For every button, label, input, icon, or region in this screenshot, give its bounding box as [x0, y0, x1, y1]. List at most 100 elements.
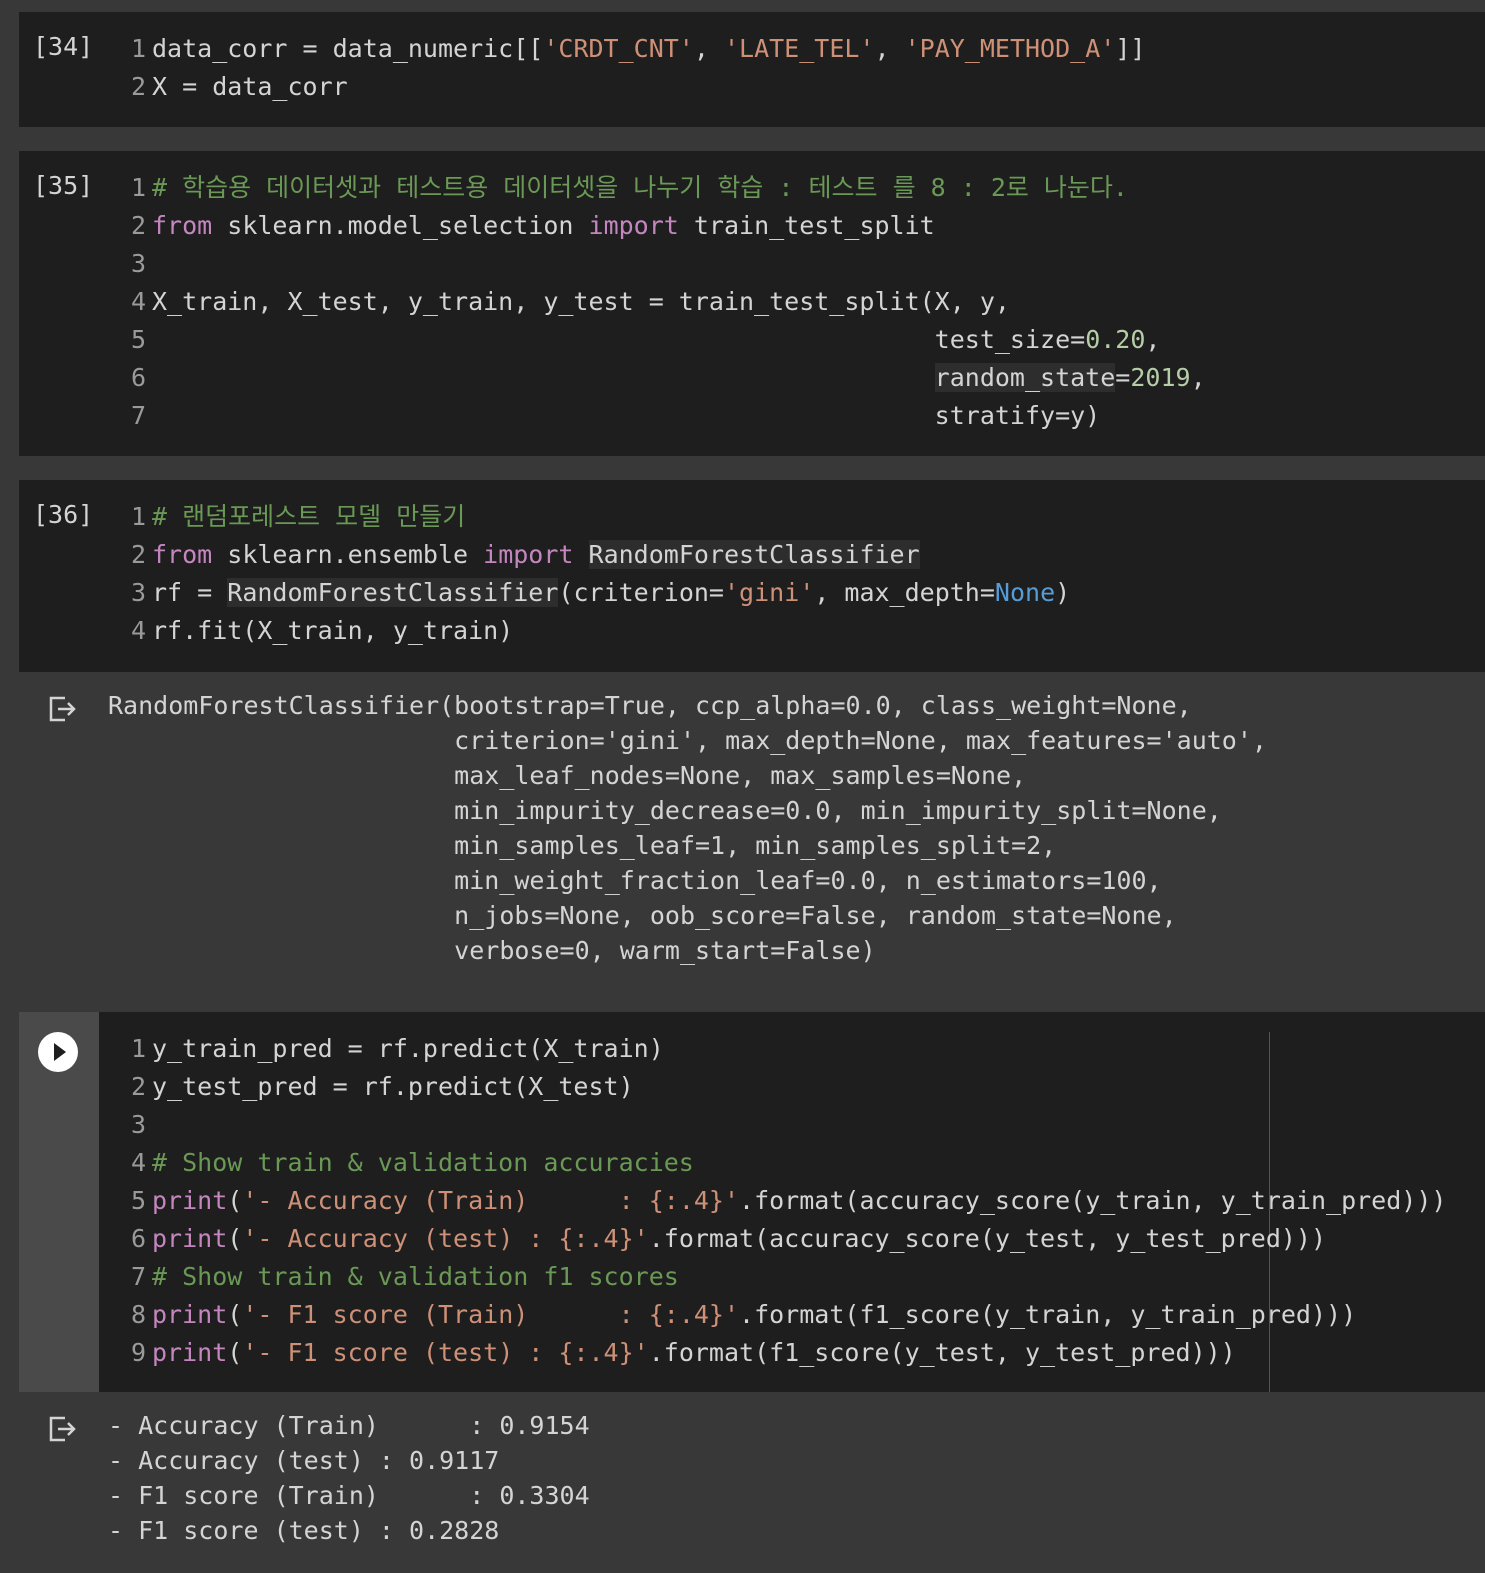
code-line[interactable]: 5 test_size=0.20,: [124, 321, 1485, 359]
code-token: =: [1115, 363, 1131, 392]
code-cell-36[interactable]: [36] 1 # 랜덤포레스트 모델 만들기 2 from sklearn.ensem…: [19, 480, 1485, 672]
line-number: 6: [130, 1224, 146, 1253]
code-token: from: [152, 211, 213, 240]
code-token: (: [227, 1300, 243, 1329]
line-number: 3: [130, 1110, 146, 1139]
code-line[interactable]: 6 print('- Accuracy (test) : {:.4}'.forma…: [124, 1220, 1485, 1258]
line-number: 2: [130, 72, 146, 101]
code-token: 0.20: [1085, 325, 1146, 354]
code-token: y_test_pred = rf.predict(X_test): [152, 1072, 634, 1101]
code-line[interactable]: 8 print('- F1 score (Train) : {:.4}'.form…: [124, 1296, 1485, 1334]
code-token: rf =: [152, 578, 228, 607]
code-token: import: [588, 211, 679, 240]
output-redirect-icon[interactable]: [47, 1414, 77, 1444]
line-number: 6: [130, 363, 146, 392]
code-token: print: [152, 1224, 228, 1253]
code-cell-34[interactable]: [34] 1 data_corr = data_numeric[['CRDT_CN…: [19, 12, 1485, 127]
code-token: from: [152, 540, 213, 569]
code-token: print: [152, 1338, 228, 1367]
line-number: 4: [130, 1148, 146, 1177]
code-token: (: [227, 1338, 243, 1367]
code-token: (: [227, 1224, 243, 1253]
line-number: 3: [130, 249, 146, 278]
code-token: ,: [693, 34, 724, 63]
code-token: X = data_corr: [152, 72, 348, 101]
cell-output: RandomForestClassifier(bootstrap=True, c…: [19, 672, 1485, 992]
code-token: rf.fit(X_train, y_train): [152, 616, 514, 645]
code-line[interactable]: 1 # 학습용 데이터셋과 테스트용 데이터셋을 나누기 학습 : 테스트 를 8…: [124, 169, 1485, 207]
code-line[interactable]: 9 print('- F1 score (test) : {:.4}'.forma…: [124, 1334, 1485, 1372]
line-number: 4: [130, 287, 146, 316]
code-line[interactable]: 7 # Show train & validation f1 scores: [124, 1258, 1485, 1296]
line-number: 1: [130, 34, 146, 63]
code-line[interactable]: 6 random_state=2019,: [124, 359, 1485, 397]
code-cell-35[interactable]: [35] 1 # 학습용 데이터셋과 테스트용 데이터셋을 나누기 학습 : 테스…: [19, 151, 1485, 456]
code-token: train_test_split: [678, 211, 935, 240]
code-token: ,: [874, 34, 905, 63]
code-token: # 학습용 데이터셋과 테스트용 데이터셋을 나누기 학습 : 테스트 를 8 …: [152, 173, 1128, 202]
line-number: 2: [130, 1072, 146, 1101]
code-token: None: [994, 578, 1056, 607]
code-token: 'gini': [723, 578, 815, 607]
cell-gutter: [19, 1012, 99, 1392]
code-line[interactable]: 2X = data_corr: [124, 68, 1485, 106]
code-line[interactable]: 3: [124, 1106, 1485, 1144]
code-editor[interactable]: 1 data_corr = data_numeric[['CRDT_CNT', '…: [124, 30, 1485, 106]
code-line[interactable]: 4 rf.fit(X_train, y_train): [124, 612, 1485, 650]
code-editor[interactable]: 1 # 랜덤포레스트 모델 만들기 2 from sklearn.ensemble i…: [124, 498, 1485, 650]
code-token: RandomForestClassifier: [588, 540, 920, 569]
line-number: 3: [130, 578, 146, 607]
code-token: .format(accuracy_score(y_train, y_train_…: [739, 1186, 1447, 1215]
code-cell-active[interactable]: 1 y_train_pred = rf.predict(X_train) 2 y_te…: [19, 1012, 1485, 1392]
output-redirect-icon[interactable]: [47, 694, 77, 724]
line-number: 7: [130, 401, 146, 430]
run-cell-button[interactable]: [38, 1032, 78, 1072]
code-editor[interactable]: 1 y_train_pred = rf.predict(X_train) 2 y_te…: [124, 1030, 1485, 1372]
code-line[interactable]: 4 X_train, X_test, y_train, y_test = trai…: [124, 283, 1485, 321]
code-line[interactable]: 1 data_corr = data_numeric[['CRDT_CNT', '…: [124, 30, 1485, 68]
code-token: , max_depth=: [814, 578, 995, 607]
code-token: .format(accuracy_score(y_test, y_test_pr…: [648, 1224, 1327, 1253]
code-token: y_train_pred = rf.predict(X_train): [152, 1034, 664, 1063]
code-token: random_state: [934, 363, 1116, 392]
execution-count: [35]: [33, 171, 94, 200]
line-number: 1: [130, 173, 146, 202]
code-line[interactable]: 4 # Show train & validation accuracies: [124, 1144, 1485, 1182]
code-token: RandomForestClassifier: [227, 578, 559, 607]
code-line[interactable]: 1 # 랜덤포레스트 모델 만들기: [124, 498, 1485, 536]
line-number: 1: [130, 1034, 146, 1063]
code-line[interactable]: 1 y_train_pred = rf.predict(X_train): [124, 1030, 1485, 1068]
code-token: '- Accuracy (Train) : {:.4}': [242, 1186, 740, 1215]
code-token: sklearn.ensemble: [212, 540, 484, 569]
code-line[interactable]: 2 y_test_pred = rf.predict(X_test): [124, 1068, 1485, 1106]
line-number: 7: [130, 1262, 146, 1291]
code-line[interactable]: 7 stratify=y): [124, 397, 1485, 435]
code-token: ,: [1145, 325, 1161, 354]
line-number: 2: [130, 211, 146, 240]
line-number: 5: [130, 1186, 146, 1215]
line-number: 5: [130, 325, 146, 354]
line-number: 4: [130, 616, 146, 645]
line-number: 2: [130, 540, 146, 569]
code-editor[interactable]: 1 # 학습용 데이터셋과 테스트용 데이터셋을 나누기 학습 : 테스트 를 8…: [124, 169, 1485, 435]
execution-count: [34]: [33, 32, 94, 61]
code-line[interactable]: 3: [124, 245, 1485, 283]
code-token: # Show train & validation f1 scores: [152, 1262, 679, 1291]
code-token: data_corr = data_numeric[[: [152, 34, 544, 63]
code-line[interactable]: 2 from sklearn.ensemble import RandomFore…: [124, 536, 1485, 574]
code-token: '- F1 score (test) : {:.4}': [242, 1338, 649, 1367]
code-line[interactable]: 3 rf = RandomForestClassifier(criterion='…: [124, 574, 1485, 612]
output-text: - Accuracy (Train) : 0.9154 - Accuracy (…: [108, 1411, 590, 1545]
code-token: 'LATE_TEL': [723, 34, 875, 63]
code-token: '- F1 score (Train) : {:.4}': [242, 1300, 740, 1329]
line-number: 9: [130, 1338, 146, 1367]
code-line[interactable]: 2 from sklearn.model_selection import tra…: [124, 207, 1485, 245]
code-token: print: [152, 1300, 228, 1329]
code-token: ]]: [1115, 34, 1146, 63]
code-token: X_train, X_test, y_train, y_test = train…: [152, 287, 1010, 316]
code-line[interactable]: 5 print('- Accuracy (Train) : {:.4}'.form…: [124, 1182, 1485, 1220]
code-token: .format(f1_score(y_train, y_train_pred))…: [739, 1300, 1357, 1329]
output-text: RandomForestClassifier(bootstrap=True, c…: [108, 691, 1267, 965]
